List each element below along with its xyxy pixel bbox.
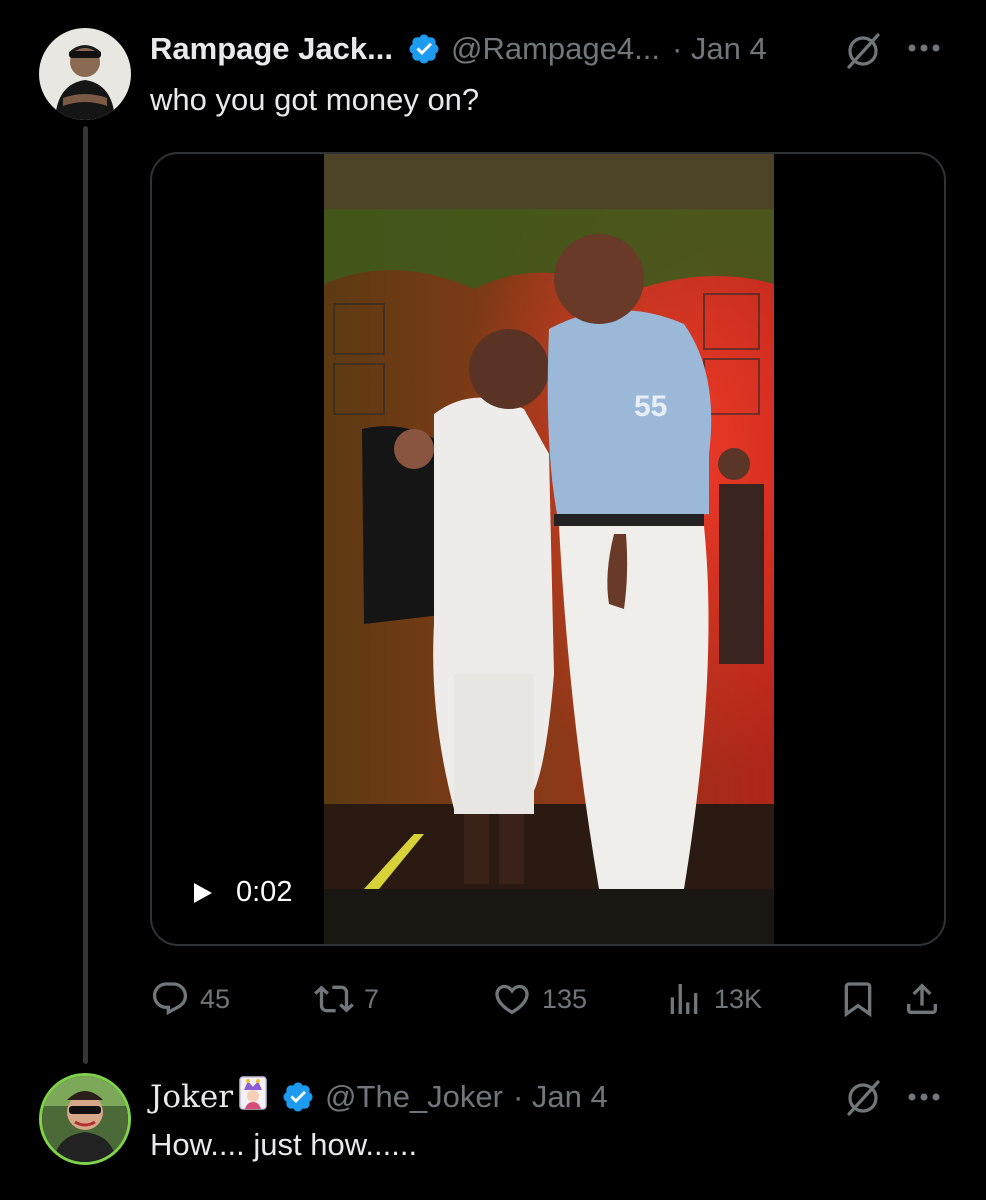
video-duration: 0:02 [236,876,293,908]
grok-icon[interactable] [842,30,884,72]
verified-badge-icon [281,1080,315,1114]
tweet-header: Rampage Jack... @Rampage4... · Jan 4 [150,25,767,73]
more-icon[interactable] [906,42,942,54]
thread: Rampage Jack... @Rampage4... · Jan 4 who… [0,0,986,1200]
views-icon [670,984,698,1014]
video-duration-badge[interactable]: 0:02 [192,876,292,909]
bookmark-icon [844,982,872,1018]
repost-icon [314,985,354,1013]
reply-button[interactable]: 45 [150,976,230,1022]
avatar[interactable] [39,1073,131,1165]
jester-emoji-icon [239,1076,267,1118]
like-button[interactable]: 135 [492,976,587,1022]
handle[interactable]: @The_Joker [325,1079,503,1115]
share-icon [907,983,937,1014]
handle[interactable]: @Rampage4... [451,31,660,67]
views-button[interactable]: 13K [664,976,762,1022]
timestamp[interactable]: · Jan 4 [672,31,767,67]
view-count: 13K [714,983,763,1014]
display-name[interactable]: Rampage Jack... [150,31,393,67]
display-name[interactable]: Joker [150,1079,233,1115]
reply-count: 45 [200,983,231,1014]
more-icon[interactable] [906,1091,942,1103]
bookmark-button[interactable] [838,976,878,1022]
repost-button[interactable]: 7 [314,976,379,1022]
avatar[interactable] [39,28,131,120]
tweet-text: who you got money on? [150,82,480,117]
tweet-text: How.... just how...... [150,1127,418,1162]
share-button[interactable] [902,976,942,1022]
timestamp[interactable]: · Jan 4 [513,1079,608,1115]
verified-badge-icon [407,32,441,66]
reply-icon [152,982,188,1016]
like-icon [495,984,529,1015]
like-count: 135 [542,983,588,1014]
grok-icon[interactable] [842,1077,884,1119]
thread-connector-line [83,126,88,1064]
repost-count: 7 [364,983,380,1014]
play-icon[interactable] [192,881,214,905]
video-player[interactable]: 55 0:02 [150,152,946,946]
tweet-header: Joker @The_Joker · Jan 4 [150,1073,608,1121]
svg-text:55: 55 [634,390,667,423]
tweet-actions: 45 7 135 13K [150,976,946,1022]
video-thumbnail[interactable]: 55 [324,154,774,944]
